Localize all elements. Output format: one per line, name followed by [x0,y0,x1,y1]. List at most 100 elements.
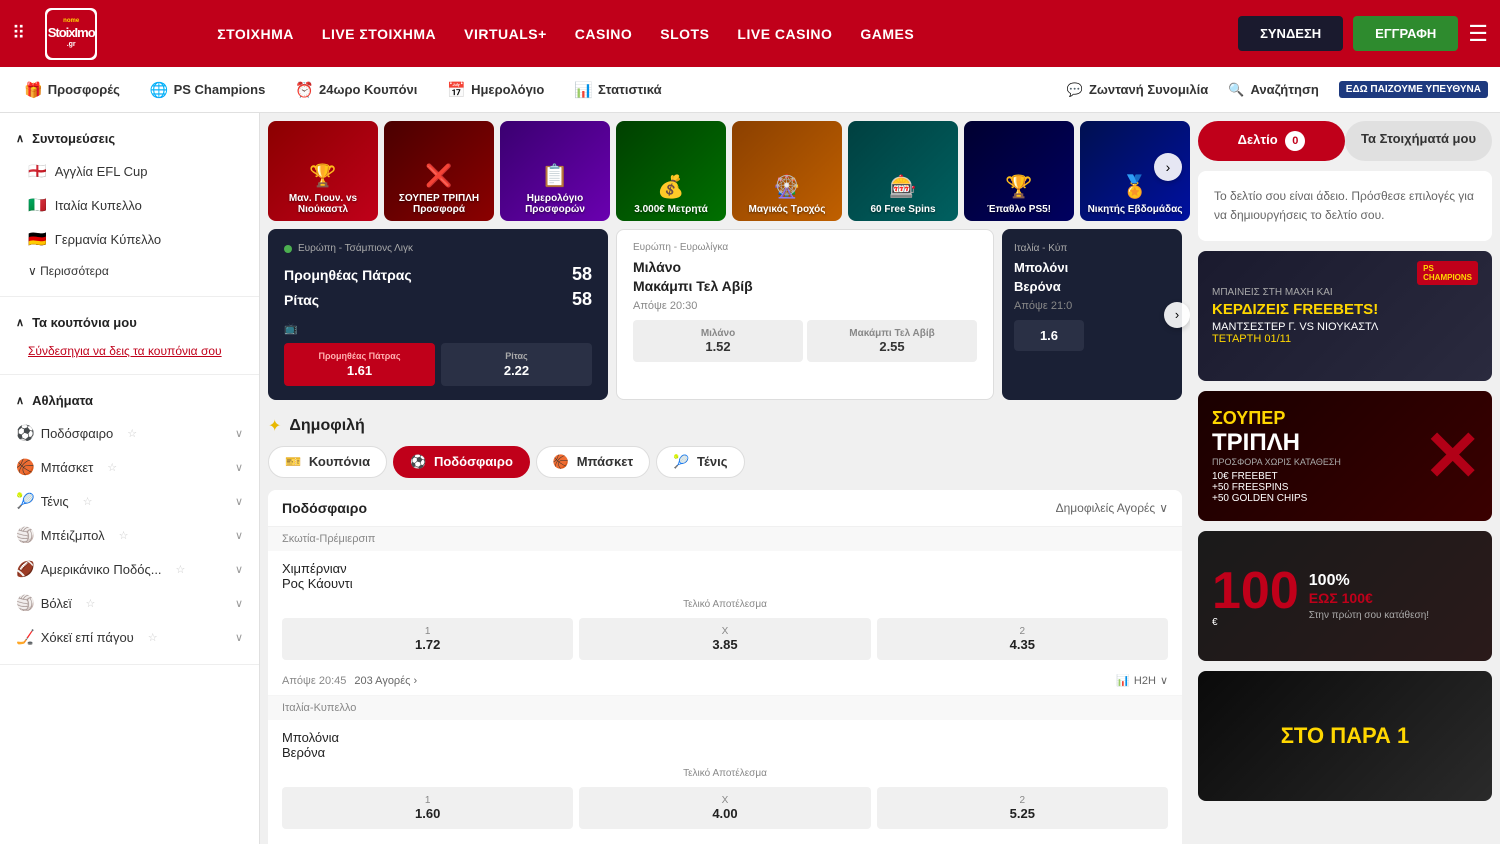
register-button[interactable]: ΕΓΓΡΑΦΗ [1353,16,1458,51]
promo-card-4[interactable]: 🎡 Μαγικός Τροχός [732,121,842,221]
promo-banner-para1[interactable]: ΣΤΟ ΠΑΡΑ 1 [1198,671,1492,801]
promo-icon-0: 🏆 [309,163,336,189]
burger-menu-icon[interactable]: ☰ [1468,21,1488,47]
sidebar-item-germany-cup[interactable]: 🇩🇪 Γερμανία Κύπελλο [0,222,259,256]
nav-casino[interactable]: CASINO [563,18,644,50]
mid-odd2-button[interactable]: Μακάμπι Τελ Αβίβ 2.55 [807,320,977,362]
right-odd1-button[interactable]: 1.6 [1014,320,1084,351]
sec-24h-coupon[interactable]: ⏰ 24ωρο Κουπόνι [283,75,429,105]
shortcuts-header[interactable]: ∧ Συντομεύσεις [0,123,259,154]
promo-banner-freebets[interactable]: ΜΠΑΙΝΕΙΣ ΣΤΗ ΜΑΧΗ ΚΑΙ ΚΕΡΔΙΖΕΙΣ FREEBETS… [1198,251,1492,381]
sec-statistics[interactable]: 📊 Στατιστικά [562,75,673,105]
betslip-tab[interactable]: Δελτίο 0 [1198,121,1345,161]
sidebar: ∧ Συντομεύσεις 🏴󠁧󠁢󠁥󠁮󠁧󠁿 Αγγλία EFL Cup 🇮🇹… [0,113,260,844]
sport-volleyball[interactable]: 🏐 Βόλεϊ ☆ ∨ [0,586,259,620]
sport-american-football[interactable]: 🏈 Αμερικάνικο Ποδός... ☆ ∨ [0,552,259,586]
tennis-icon: 🎾 [16,492,35,510]
sport-basketball[interactable]: 🏀 Μπάσκετ ☆ ∨ [0,450,259,484]
popular-markets-dropdown[interactable]: Δημοφιλείς Αγορές ∨ [1056,501,1168,515]
sidebar-item-italy-cup[interactable]: 🇮🇹 Ιταλία Κυπελλο [0,188,259,222]
match1-odd2-button[interactable]: 2 4.35 [877,618,1168,660]
logo-area[interactable]: nome StoixImo .gr [45,8,185,60]
nav-games[interactable]: GAMES [848,18,926,50]
gift-icon: 🎁 [24,81,43,99]
tab-tennis[interactable]: 🎾 Τένις [656,446,744,478]
basketball-icon: 🏀 [16,458,35,476]
sport-table-header: Ποδόσφαιρο Δημοφιλείς Αγορές ∨ [268,490,1182,527]
promo-cards-row: 🏆 Μαν. Γιουν. vs Νιούκαστλ ❌ ΣΟΥΠΕΡ ΤΡΙΠ… [260,113,1190,221]
tab-basketball[interactable]: 🏀 Μπάσκετ [536,446,650,478]
live-league-text: Ευρώπη - Τσάμπιονς Λιγκ [298,243,413,254]
coupons-header[interactable]: ∧ Τα κουπόνια μου [0,307,259,338]
mid-odd1-button[interactable]: Μιλάνο 1.52 [633,320,803,362]
match2-oddX-button[interactable]: X 4.00 [579,787,870,829]
chevron-up-icon: ∧ [16,132,24,145]
popular-section: ✦ Δημοφιλή 🎫 Κουπόνια ⚽ Ποδόσφαιρο 🏀 Μπά… [260,408,1190,844]
sport-tennis[interactable]: 🎾 Τένις ☆ ∨ [0,484,259,518]
live-scores-next-button[interactable]: › [1164,302,1190,328]
match2-odd1-button[interactable]: 1 1.60 [282,787,573,829]
promo-banner-super-tripli[interactable]: ΣΟΥΠΕΡ ΤΡΙΠΛΗ ΠΡΟΣΦΟΡΑ ΧΩΡΙΣ ΚΑΤΑΘΕΣΗ 10… [1198,391,1492,521]
100percent-line3: Στην πρώτη σου κατάθεση! [1309,610,1429,621]
ps-champions-badge: PSCHAMPIONS [1417,261,1478,285]
top-navigation: ⠿ nome StoixImo .gr ΣΤΟΙΧΗΜΑ LIVE ΣΤΟΙΧΗ… [0,0,1500,67]
match1-odd1-button[interactable]: 1 1.72 [282,618,573,660]
nav-virtuals[interactable]: VIRTUALS+ [452,18,559,50]
nav-stoixima[interactable]: ΣΤΟΙΧΗΜΑ [205,18,306,50]
match1-h2h[interactable]: 📊 H2H ∨ [1116,674,1168,687]
promo-card-6[interactable]: 🏆 Έπαθλο PS5! [964,121,1074,221]
match2-odd2-button[interactable]: 2 5.25 [877,787,1168,829]
tab-football[interactable]: ⚽ Ποδόσφαιρο [393,446,530,478]
match1-footer: Απόψε 20:45 203 Αγορές › 📊 H2H ∨ [282,670,1168,695]
live-score-left-card[interactable]: Ευρώπη - Τσάμπιονς Λιγκ Προμηθέας Πάτρας… [268,229,608,400]
live-chat-button[interactable]: 💬 Ζωντανή Συνομιλία [1067,82,1209,98]
betslip-empty-message: Το δελτίο σου είναι άδειο. Πρόσθεσε επιλ… [1198,171,1492,241]
mid-odds-row: Μιλάνο 1.52 Μακάμπι Τελ Αβίβ 2.55 [633,320,977,362]
match2-footer: Απόψε 21:00 📺 202 Αγορές › 📊 H2H ∨ [282,839,1168,844]
sec-promotions[interactable]: 🎁 Προσφορές [12,75,132,105]
coupon-login-link[interactable]: Σύνδεσηγια να δεις τα κουπόνια σου [0,338,259,364]
basketball-tab-icon: 🏀 [553,454,569,469]
live-odd2-button[interactable]: Ρίτας 2.22 [441,343,592,386]
promo-card-2[interactable]: 📋 Ημερολόγιο Προσφορών [500,121,610,221]
match1-teams-area: Χιμπέρνιαν Ρος Κάουντι [282,551,1168,595]
sport-football[interactable]: ⚽ Ποδόσφαιρο ☆ ∨ [0,416,259,450]
promo-label-2: Ημερολόγιο Προσφορών [506,193,604,215]
grid-icon[interactable]: ⠿ [12,23,25,44]
match1-markets[interactable]: 203 Αγορές › [354,675,417,687]
100-number: 100 [1212,565,1299,617]
live-score-right-card[interactable]: Ιταλία - Κύπ Μπολόνι Βερόνα Απόψε 21:0 1… [1002,229,1182,400]
x-mark-icon: ✕ [1423,421,1482,491]
sidebar-item-england-efl[interactable]: 🏴󠁧󠁢󠁥󠁮󠁧󠁿 Αγγλία EFL Cup [0,154,259,188]
promo-card-1[interactable]: ❌ ΣΟΥΠΕΡ ΤΡΙΠΛΗ Προσφορά [384,121,494,221]
sec-calendar[interactable]: 📅 Ημερολόγιο [435,75,556,105]
sport-baseball[interactable]: 🏐 Μπέιζμπολ ☆ ∨ [0,518,259,552]
live-odd1-button[interactable]: Προμηθέας Πάτρας 1.61 [284,343,435,386]
nav-live-casino[interactable]: LIVE CASINO [725,18,844,50]
match1-oddX-button[interactable]: X 3.85 [579,618,870,660]
nav-slots[interactable]: SLOTS [648,18,721,50]
promo-banner-100percent[interactable]: 100 € 100% ΕΩΣ 100€ Στην πρώτη σου κατάθ… [1198,531,1492,661]
sec-ps-champions[interactable]: 🌐 PS Champions [138,75,277,105]
search-button[interactable]: 🔍 Αναζήτηση [1216,76,1331,104]
baseball-icon: 🏐 [16,526,35,544]
more-shortcuts[interactable]: ∨ Περισσότερα [0,256,259,286]
sports-section: ∧ Αθλήματα ⚽ Ποδόσφαιρο ☆ ∨ 🏀 Μπάσκετ ☆ … [0,375,259,665]
promo-next-button[interactable]: › [1154,153,1182,181]
tab-coupons[interactable]: 🎫 Κουπόνια [268,446,387,478]
tv-icon-area: 📺 [284,322,592,335]
chevron-down-h2h-icon: ∨ [1160,674,1168,687]
sport-hockey[interactable]: 🏒 Χόκεϊ επί πάγου ☆ ∨ [0,620,259,654]
sports-header[interactable]: ∧ Αθλήματα [0,385,259,416]
promo-card-0[interactable]: 🏆 Μαν. Γιουν. vs Νιούκαστλ [268,121,378,221]
right-panel: Δελτίο 0 Τα Στοιχήματά μου Το δελτίο σου… [1190,113,1500,844]
promo-card-3[interactable]: 💰 3.000€ Μετρητά [616,121,726,221]
chevron-up-sports-icon: ∧ [16,394,24,407]
freebets-banner-content: ΜΠΑΙΝΕΙΣ ΣΤΗ ΜΑΧΗ ΚΑΙ ΚΕΡΔΙΖΕΙΣ FREEBETS… [1198,251,1492,381]
my-bets-tab[interactable]: Τα Στοιχήματά μου [1345,121,1492,161]
promo-label-4: Μαγικός Τροχός [749,204,826,215]
nav-live-stoixima[interactable]: LIVE ΣΤΟΙΧΗΜΑ [310,18,448,50]
live-score-mid-card[interactable]: Ευρώπη - Ευρωλίγκα Μιλάνο Μακάμπι Τελ Αβ… [616,229,994,400]
promo-card-5[interactable]: 🎰 60 Free Spins [848,121,958,221]
login-button[interactable]: ΣΥΝΔΕΣΗ [1238,16,1343,51]
